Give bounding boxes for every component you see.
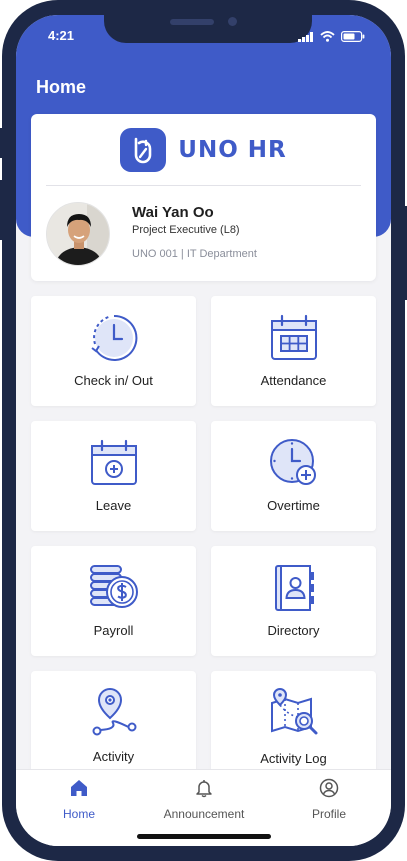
- brand-logo-icon: [120, 128, 167, 172]
- contact-book-icon: [274, 565, 314, 611]
- brand-logo: UNO HR: [31, 128, 376, 172]
- nav-item-home[interactable]: Home: [19, 778, 139, 821]
- attendance-label: Attendance: [260, 373, 327, 388]
- home-indicator[interactable]: [137, 834, 271, 839]
- map-search-icon: [270, 687, 317, 735]
- calendar-grid-icon: [270, 314, 317, 360]
- coins-dollar-icon: [89, 565, 138, 608]
- notch: [104, 15, 312, 43]
- card-divider: [46, 185, 361, 186]
- activity-log-tile[interactable]: Activity Log: [211, 671, 376, 781]
- leave-tile[interactable]: Leave: [31, 421, 196, 531]
- app-screen: 4:21 Home UNO HR Wai Yan Oo Project Exec…: [16, 15, 391, 846]
- payroll-tile[interactable]: Payroll: [31, 546, 196, 656]
- user-name: Wai Yan Oo: [132, 204, 214, 221]
- home-icon: [71, 780, 87, 796]
- nav-item-profile[interactable]: Profile: [269, 778, 389, 821]
- side-button: [0, 128, 4, 158]
- nav-item-announcement[interactable]: Announcement: [144, 778, 264, 821]
- directory-label: Directory: [267, 623, 320, 638]
- nav-label-announcement: Announcement: [163, 807, 245, 821]
- camera: [228, 17, 237, 26]
- profile-card[interactable]: UNO HR Wai Yan Oo Project Executive (L8)…: [31, 114, 376, 281]
- status-time: 4:21: [48, 28, 75, 43]
- brand-name: UNO HR: [178, 137, 287, 163]
- nav-label-home: Home: [62, 807, 95, 821]
- activity-tile[interactable]: Activity: [31, 671, 196, 781]
- location-route-icon: [92, 687, 136, 736]
- activity-log-label: Activity Log: [260, 751, 327, 766]
- battery-icon: [341, 31, 365, 42]
- check-in-out-label: Check in/ Out: [74, 373, 153, 388]
- wifi-icon: [320, 31, 335, 42]
- user-role: Project Executive (L8): [132, 224, 240, 236]
- side-button: [403, 206, 407, 300]
- status-icons: [298, 31, 365, 42]
- nav-label-profile: Profile: [311, 807, 346, 821]
- overtime-tile[interactable]: Overtime: [211, 421, 376, 531]
- user-department: UNO 001 | IT Department: [132, 248, 257, 260]
- clock-plus-icon: [269, 439, 316, 485]
- check-in-out-tile[interactable]: Check in/ Out: [31, 296, 196, 406]
- activity-label: Activity: [92, 749, 135, 764]
- payroll-label: Payroll: [93, 623, 134, 638]
- directory-tile[interactable]: Directory: [211, 546, 376, 656]
- attendance-tile[interactable]: Attendance: [211, 296, 376, 406]
- leave-label: Leave: [95, 498, 132, 513]
- page-title: Home: [36, 77, 87, 97]
- clock-icon: [90, 314, 137, 361]
- speaker: [170, 19, 214, 25]
- signal-icon: [298, 31, 313, 42]
- user-circle-icon: [319, 778, 339, 798]
- side-button: [0, 180, 4, 240]
- avatar: [46, 202, 110, 266]
- bell-icon: [196, 780, 212, 798]
- overtime-label: Overtime: [267, 498, 320, 513]
- calendar-add-icon: [90, 439, 137, 485]
